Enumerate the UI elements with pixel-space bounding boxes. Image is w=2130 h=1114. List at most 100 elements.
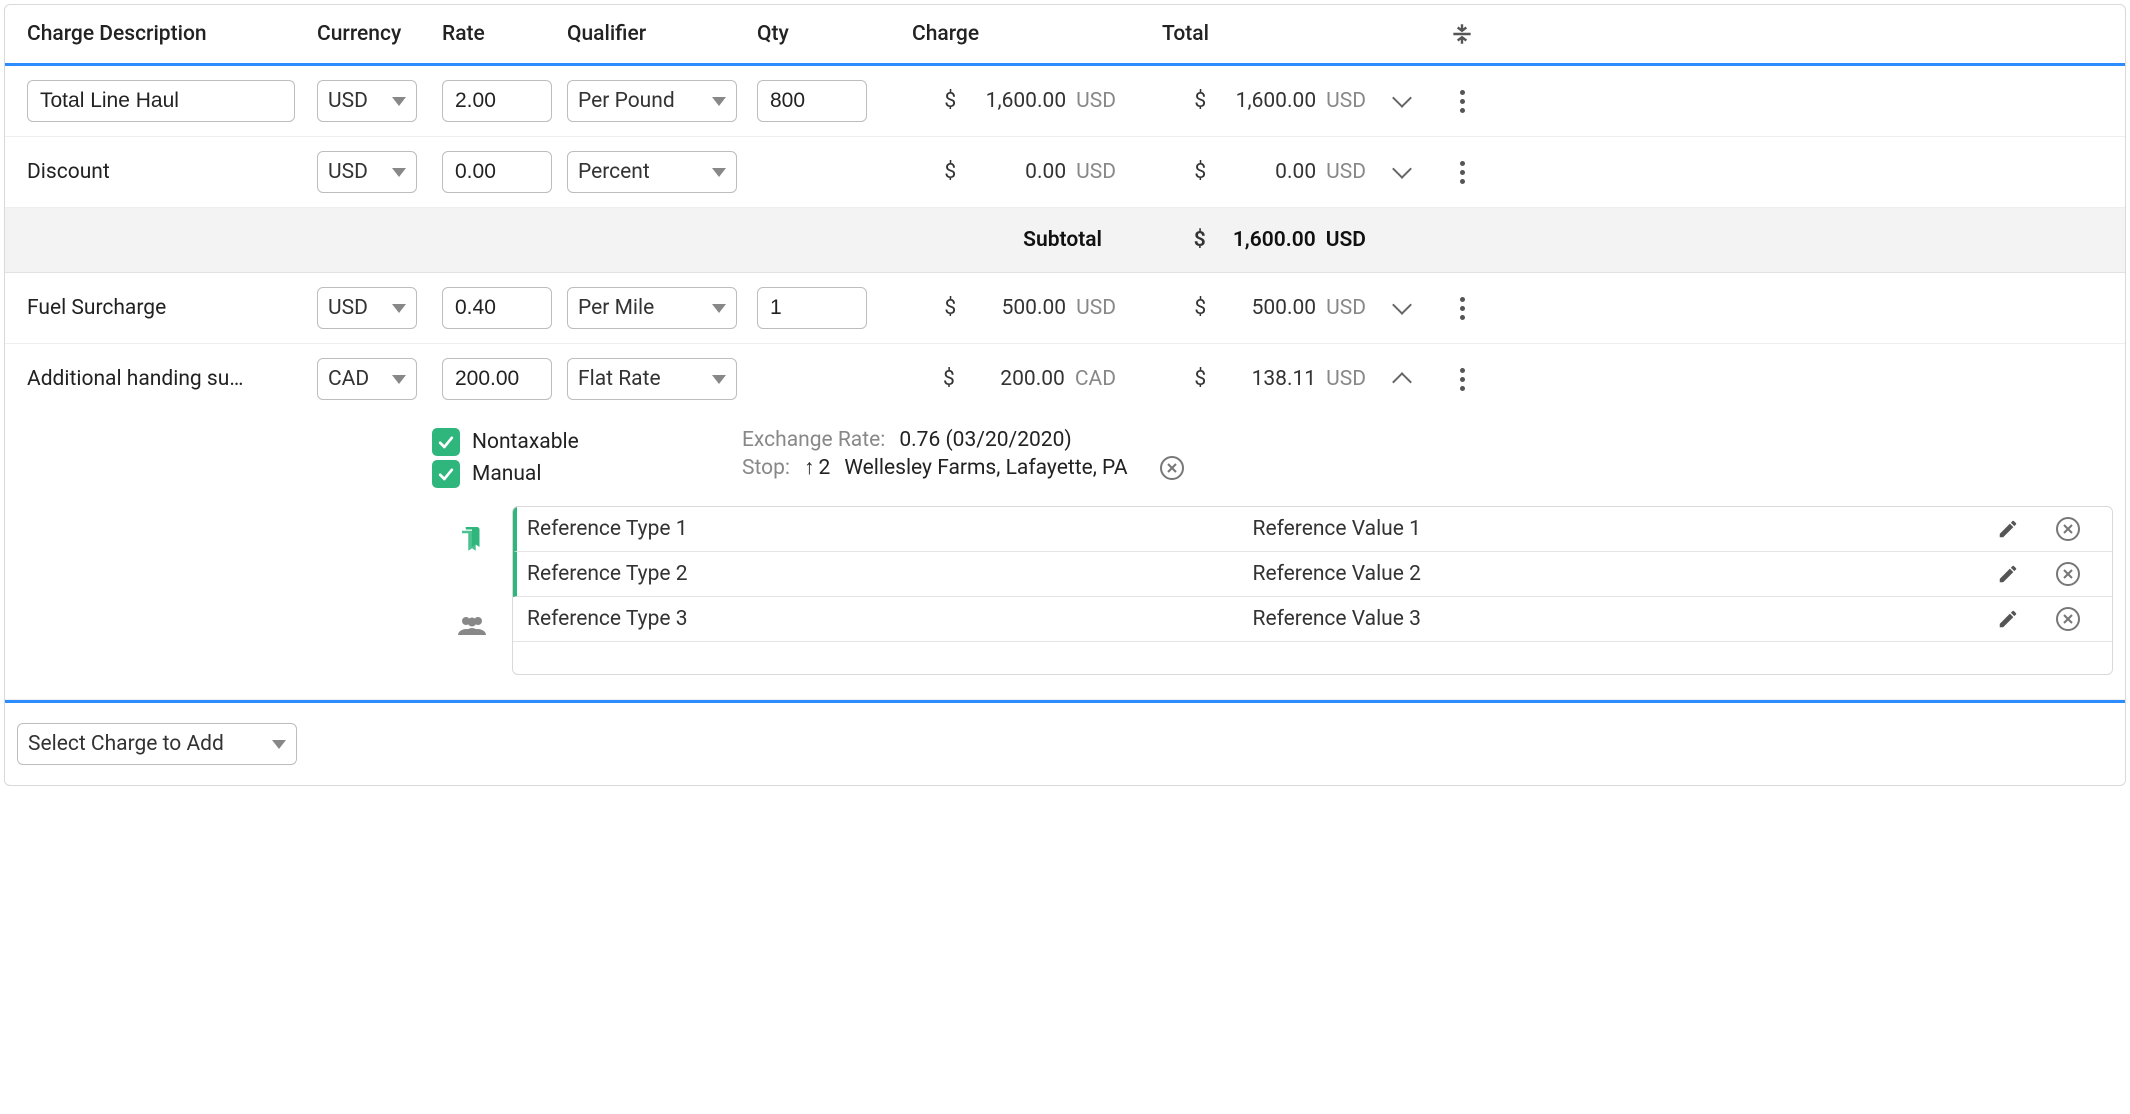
- rate-input[interactable]: [442, 358, 552, 400]
- qualifier-value: Per Mile: [578, 296, 654, 320]
- rate-input[interactable]: [442, 151, 552, 193]
- caret-down-icon: [712, 375, 726, 384]
- col-description: Charge Description: [17, 22, 307, 46]
- add-charge-select[interactable]: Select Charge to Add: [17, 723, 297, 765]
- chevron-down-icon: [1392, 88, 1412, 108]
- charge-row: USD Per Pound $ 1,600.00 USD $ 1,600.00 …: [5, 66, 2125, 137]
- charges-table: Charge Description Currency Rate Qualifi…: [4, 4, 2126, 786]
- table-header: Charge Description Currency Rate Qualifi…: [5, 5, 2125, 66]
- charge-row: Fuel Surcharge USD Per Mile $ 500.00 USD…: [5, 273, 2125, 344]
- currency-select[interactable]: USD: [317, 151, 417, 193]
- qualifier-select[interactable]: Flat Rate: [567, 358, 737, 400]
- subtotal-row: Subtotal $ 1,600.00 USD: [5, 208, 2125, 273]
- references-icon[interactable]: [457, 522, 487, 559]
- charge-row: Additional handing su… CAD Flat Rate $ 2…: [5, 344, 2125, 414]
- exchange-rate-value: 0.76 (03/20/2020): [899, 428, 1071, 452]
- expand-button[interactable]: [1372, 287, 1432, 329]
- more-actions-button[interactable]: [1432, 358, 1492, 400]
- more-vertical-icon: [1460, 90, 1465, 113]
- chevron-down-icon: [1392, 159, 1412, 179]
- collapse-all-button[interactable]: [1432, 21, 1492, 47]
- currency-value: CAD: [328, 367, 369, 391]
- edit-reference-button[interactable]: [1978, 563, 2038, 585]
- qualifier-value: Per Pound: [578, 89, 675, 113]
- manual-checkbox-row[interactable]: Manual: [432, 460, 742, 488]
- rate-input[interactable]: [442, 287, 552, 329]
- stop-number: ↑ 2: [804, 456, 830, 480]
- charge-value: $ 500.00 USD: [872, 296, 1122, 320]
- delete-reference-button[interactable]: [2038, 607, 2098, 631]
- description-label: Discount: [17, 160, 307, 184]
- expand-button[interactable]: [1372, 80, 1432, 122]
- caret-down-icon: [712, 97, 726, 106]
- add-charge-label: Select Charge to Add: [28, 732, 224, 756]
- reference-row: Reference Type 2 Reference Value 2: [513, 552, 2112, 597]
- more-actions-button[interactable]: [1432, 80, 1492, 122]
- reference-type: Reference Type 3: [527, 607, 1253, 631]
- edit-reference-button[interactable]: [1978, 608, 2038, 630]
- charge-value: $ 1,600.00 USD: [872, 89, 1122, 113]
- nontaxable-checkbox-row[interactable]: Nontaxable: [432, 428, 742, 456]
- col-total: Total: [1122, 22, 1372, 46]
- col-qty: Qty: [747, 22, 872, 46]
- clear-stop-button[interactable]: [1160, 456, 1184, 480]
- caret-down-icon: [392, 97, 406, 106]
- close-icon: [1166, 462, 1178, 474]
- caret-down-icon: [712, 304, 726, 313]
- close-circle-icon: [2056, 607, 2080, 631]
- nontaxable-label: Nontaxable: [472, 430, 579, 454]
- currency-select[interactable]: CAD: [317, 358, 417, 400]
- caret-down-icon: [392, 375, 406, 384]
- currency-value: USD: [328, 160, 368, 184]
- expand-button[interactable]: [1372, 151, 1432, 193]
- currency-select[interactable]: USD: [317, 287, 417, 329]
- contacts-icon[interactable]: [456, 613, 488, 644]
- caret-down-icon: [392, 304, 406, 313]
- reference-type: Reference Type 2: [527, 562, 1253, 586]
- chevron-up-icon: [1392, 372, 1412, 392]
- more-vertical-icon: [1460, 368, 1465, 391]
- reference-row-empty: [513, 642, 2112, 674]
- subtotal-label: Subtotal: [872, 228, 1122, 252]
- delete-reference-button[interactable]: [2038, 517, 2098, 541]
- charge-detail-panel: Nontaxable Manual Exchange Rate: 0.76: [5, 414, 2125, 700]
- delete-reference-button[interactable]: [2038, 562, 2098, 586]
- currency-value: USD: [328, 89, 368, 113]
- total-value: $ 138.11 USD: [1122, 367, 1372, 391]
- reference-row: Reference Type 1 Reference Value 1: [513, 507, 2112, 552]
- more-actions-button[interactable]: [1432, 287, 1492, 329]
- collapse-button[interactable]: [1372, 358, 1432, 400]
- rate-input[interactable]: [442, 80, 552, 122]
- description-input[interactable]: [27, 80, 295, 122]
- pencil-icon: [1997, 518, 2019, 540]
- checkbox-checked-icon: [432, 460, 460, 488]
- more-vertical-icon: [1460, 161, 1465, 184]
- chevron-down-icon: [1392, 295, 1412, 315]
- qualifier-value: Percent: [578, 160, 650, 184]
- edit-reference-button[interactable]: [1978, 518, 2038, 540]
- currency-select[interactable]: USD: [317, 80, 417, 122]
- pencil-icon: [1997, 563, 2019, 585]
- manual-label: Manual: [472, 462, 541, 486]
- checkbox-checked-icon: [432, 428, 460, 456]
- arrow-up-icon: ↑: [804, 456, 815, 480]
- close-circle-icon: [2056, 517, 2080, 541]
- qualifier-select[interactable]: Percent: [567, 151, 737, 193]
- qty-input[interactable]: [757, 287, 867, 329]
- total-value: $ 500.00 USD: [1122, 296, 1372, 320]
- reference-type: Reference Type 1: [527, 517, 1253, 541]
- charge-row: Discount USD Percent $ 0.00 USD $ 0.00 U…: [5, 137, 2125, 208]
- qty-input[interactable]: [757, 80, 867, 122]
- caret-down-icon: [712, 168, 726, 177]
- table-footer: Select Charge to Add: [5, 700, 2125, 785]
- charge-value: $ 0.00 USD: [872, 160, 1122, 184]
- pencil-icon: [1997, 608, 2019, 630]
- subtotal-value: $ 1,600.00 USD: [1122, 228, 1372, 252]
- more-vertical-icon: [1460, 297, 1465, 320]
- description-label: Fuel Surcharge: [17, 296, 307, 320]
- reference-value: Reference Value 2: [1253, 562, 1979, 586]
- qualifier-select[interactable]: Per Pound: [567, 80, 737, 122]
- caret-down-icon: [392, 168, 406, 177]
- more-actions-button[interactable]: [1432, 151, 1492, 193]
- qualifier-select[interactable]: Per Mile: [567, 287, 737, 329]
